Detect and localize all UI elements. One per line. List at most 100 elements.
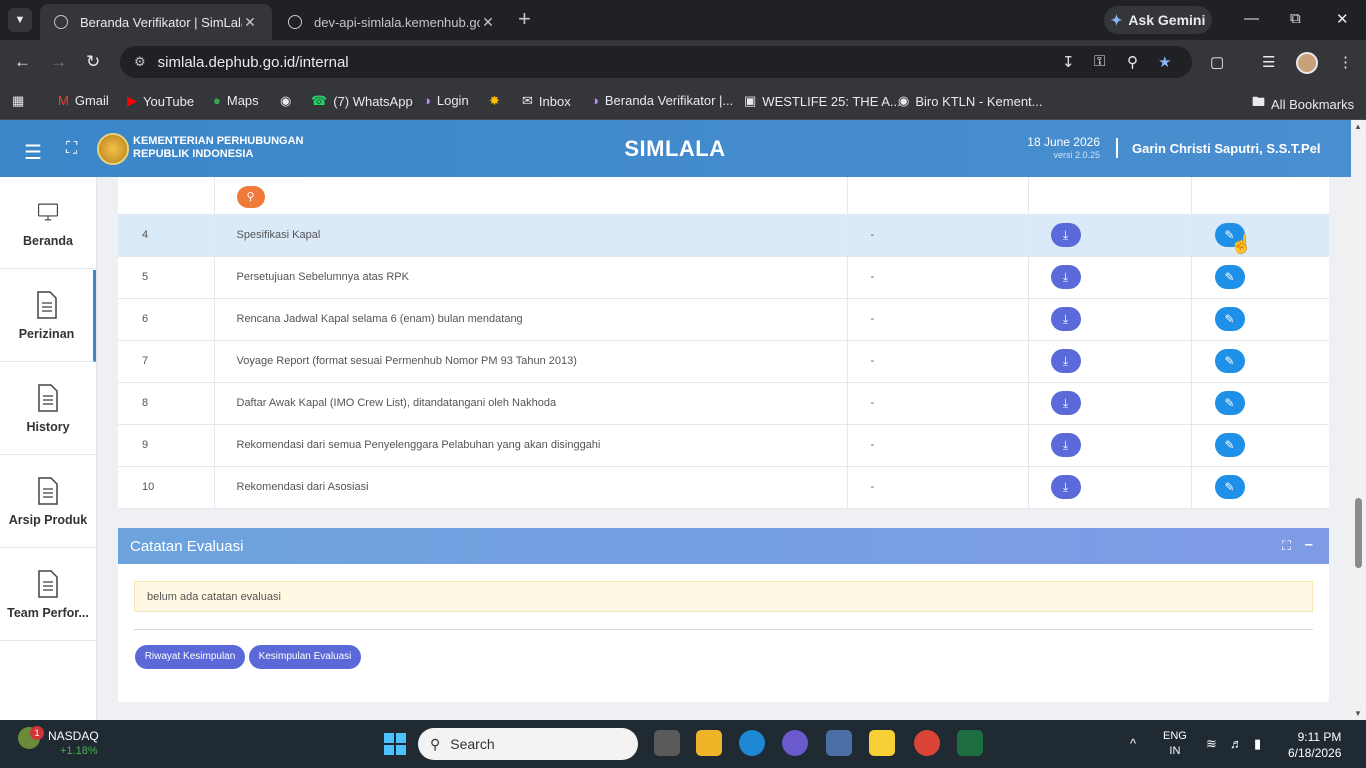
file-explorer-icon[interactable] bbox=[696, 730, 722, 756]
sticky-notes-icon[interactable] bbox=[869, 730, 895, 756]
wifi-icon[interactable]: ≋ bbox=[1206, 736, 1217, 752]
edit-button[interactable]: ✎ bbox=[1214, 475, 1245, 499]
edit-button[interactable]: ✎ bbox=[1214, 349, 1245, 373]
bookmark-youtube[interactable]: ▶ YouTube bbox=[127, 93, 194, 109]
windows-start-icon[interactable] bbox=[384, 733, 406, 755]
bookmarks-bar: ▦ M Gmail ▶ YouTube ● Maps ◉ ☎ (7) WhatsApp … bbox=[0, 84, 1366, 120]
bookmark-westlife[interactable]: ▣ WESTLIFE 25: THE A... bbox=[744, 93, 901, 109]
tab-close-icon[interactable]: ✕ bbox=[242, 14, 258, 31]
table-row: 10 Rekomendasi dari Asosiasi - ⤓ ✎ bbox=[118, 466, 1329, 509]
sidebar-item-history[interactable]: History bbox=[0, 363, 96, 455]
bookmark-globe[interactable]: ◉ bbox=[280, 93, 291, 109]
notification-badge: 1 bbox=[30, 726, 44, 740]
sidebar-item-beranda[interactable]: Beranda bbox=[0, 177, 96, 269]
bookmark-whatsapp[interactable]: ☎ (7) WhatsApp bbox=[311, 93, 413, 109]
table-row: ⚲ bbox=[118, 177, 1329, 215]
zoom-icon[interactable]: ⚲ bbox=[1127, 53, 1138, 71]
page-icon: ▣ bbox=[744, 93, 757, 108]
kesimpulan-evaluasi-button[interactable]: Kesimpulan Evaluasi bbox=[249, 645, 361, 669]
edit-button[interactable]: ✎ bbox=[1214, 265, 1245, 289]
search-icon[interactable]: ⚲ bbox=[236, 186, 265, 209]
document-status: - bbox=[847, 214, 1029, 257]
edit-button[interactable]: ✎ bbox=[1214, 433, 1245, 457]
scroll-down-icon[interactable]: ▼ bbox=[1354, 709, 1362, 718]
download-button[interactable]: ⤓ bbox=[1050, 475, 1081, 499]
chrome-menu-icon[interactable]: ⋮ bbox=[1338, 53, 1353, 71]
excel-icon[interactable] bbox=[957, 730, 983, 756]
extensions-icon[interactable]: ▢ bbox=[1210, 53, 1224, 71]
reload-icon[interactable]: ↻ bbox=[86, 52, 100, 72]
install-app-icon[interactable]: ↧ bbox=[1062, 53, 1075, 71]
url-bar[interactable]: ⚙ simlala.dephub.go.id/internal bbox=[120, 46, 1192, 78]
download-button[interactable]: ⤓ bbox=[1050, 307, 1081, 331]
main-content: ⚲ 4 Spesifikasi Kapal - ⤓ ✎ 5 Persetujua… bbox=[97, 177, 1351, 720]
media-control-icon[interactable]: ☰ bbox=[1262, 53, 1275, 71]
forward-arrow-icon[interactable]: → bbox=[50, 52, 67, 72]
fullscreen-icon[interactable]: ⛶ bbox=[66, 140, 77, 158]
edge-icon[interactable] bbox=[739, 730, 765, 756]
window-close-icon[interactable]: ✕ bbox=[1336, 10, 1349, 28]
table-row: 9 Rekomendasi dari semua Penyelenggara P… bbox=[118, 424, 1329, 467]
new-tab-button[interactable]: + bbox=[518, 8, 531, 30]
clock[interactable]: 9:11 PM 6/18/2026 bbox=[1288, 729, 1341, 761]
taskbar-search[interactable]: ⚲ Search bbox=[418, 728, 638, 760]
profile-avatar[interactable] bbox=[1296, 52, 1318, 74]
bookmark-biro-ktln[interactable]: ◉ Biro KTLN - Kement... bbox=[898, 93, 1043, 109]
bookmark-pinwheel[interactable]: ✸ bbox=[489, 93, 500, 109]
tab-search-button[interactable]: ▼ bbox=[8, 8, 32, 32]
hamburger-menu-icon[interactable]: ☰ bbox=[24, 140, 42, 165]
download-button[interactable]: ⤓ bbox=[1050, 349, 1081, 373]
download-button[interactable]: ⤓ bbox=[1050, 391, 1081, 415]
back-arrow-icon[interactable]: ← bbox=[14, 52, 31, 72]
chrome-icon[interactable] bbox=[914, 730, 940, 756]
minimize-icon[interactable]: — bbox=[1244, 10, 1259, 27]
row-number: 6 bbox=[118, 298, 215, 341]
bookmark-star-icon[interactable]: ★ bbox=[1158, 53, 1171, 71]
sidebar-item-arsip-produk[interactable]: Arsip Produk bbox=[0, 456, 96, 548]
bookmark-inbox[interactable]: ✉ Inbox bbox=[522, 93, 571, 109]
table-row: 4 Spesifikasi Kapal - ⤓ ✎ bbox=[118, 214, 1329, 257]
sidebar-item-team-performance[interactable]: Team Perfor... bbox=[0, 549, 96, 641]
restore-icon[interactable]: ⧉ bbox=[1290, 10, 1301, 27]
stock-name[interactable]: NASDAQ bbox=[48, 729, 99, 743]
document-icon bbox=[38, 383, 58, 412]
document-status: - bbox=[847, 424, 1029, 467]
organization-name: KEMENTERIAN PERHUBUNGAN REPUBLIK INDONES… bbox=[133, 135, 304, 160]
document-name: Rencana Jadwal Kapal selama 6 (enam) bul… bbox=[214, 298, 848, 341]
language-indicator[interactable]: ENG IN bbox=[1163, 729, 1187, 759]
download-button[interactable]: ⤓ bbox=[1050, 265, 1081, 289]
tab-close-icon[interactable]: ✕ bbox=[480, 14, 496, 31]
mouse-pointer-icon: ☝ bbox=[1230, 234, 1253, 254]
hidden-icons-chevron-icon[interactable]: ^ bbox=[1130, 736, 1136, 751]
bookmark-maps[interactable]: ● Maps bbox=[213, 93, 259, 108]
scroll-up-icon[interactable]: ▲ bbox=[1354, 122, 1362, 131]
camera-icon[interactable] bbox=[826, 730, 852, 756]
download-button[interactable]: ⤓ bbox=[1050, 223, 1081, 247]
riwayat-kesimpulan-button[interactable]: Riwayat Kesimpulan bbox=[135, 645, 245, 669]
task-view-icon[interactable] bbox=[654, 730, 680, 756]
scrollbar-thumb[interactable] bbox=[1355, 498, 1362, 568]
site-info-icon[interactable]: ⚙ bbox=[134, 54, 146, 70]
password-key-icon[interactable]: ⚿ bbox=[1094, 53, 1105, 70]
ask-gemini-button[interactable]: ✦ Ask Gemini bbox=[1104, 6, 1212, 34]
edit-button[interactable]: ✎ bbox=[1214, 391, 1245, 415]
edit-button[interactable]: ✎ bbox=[1214, 307, 1245, 331]
tab-dev-api[interactable]: dev-api-simlala.kemenhub.go.id ✕ bbox=[274, 4, 510, 40]
collapse-icon[interactable]: – bbox=[1305, 536, 1313, 553]
download-button[interactable]: ⤓ bbox=[1050, 433, 1081, 457]
expand-icon[interactable]: ⛶ bbox=[1282, 538, 1291, 554]
page-scrollbar[interactable]: ▲ ▼ bbox=[1351, 120, 1366, 720]
copilot-icon[interactable] bbox=[782, 730, 808, 756]
bookmark-login[interactable]: ◑ Login bbox=[423, 93, 469, 108]
volume-icon[interactable]: ♬ bbox=[1230, 736, 1243, 751]
sidebar-item-perizinan[interactable]: Perizinan bbox=[0, 270, 96, 362]
user-name[interactable]: Garin Christi Saputri, S.S.T.Pel bbox=[1132, 141, 1321, 156]
bookmark-gmail[interactable]: M Gmail bbox=[58, 93, 109, 108]
all-bookmarks-button[interactable]: 🖿 All Bookmarks bbox=[1252, 93, 1354, 115]
document-icon bbox=[36, 290, 57, 319]
battery-icon[interactable]: ▮ bbox=[1254, 736, 1261, 752]
bookmark-beranda[interactable]: ◑ Beranda Verifikator |... bbox=[591, 93, 733, 108]
tab-simlala[interactable]: Beranda Verifikator | SimLala ✕ bbox=[40, 4, 272, 40]
youtube-icon: ▶ bbox=[127, 93, 137, 108]
apps-grid-icon[interactable]: ▦ bbox=[12, 93, 24, 109]
